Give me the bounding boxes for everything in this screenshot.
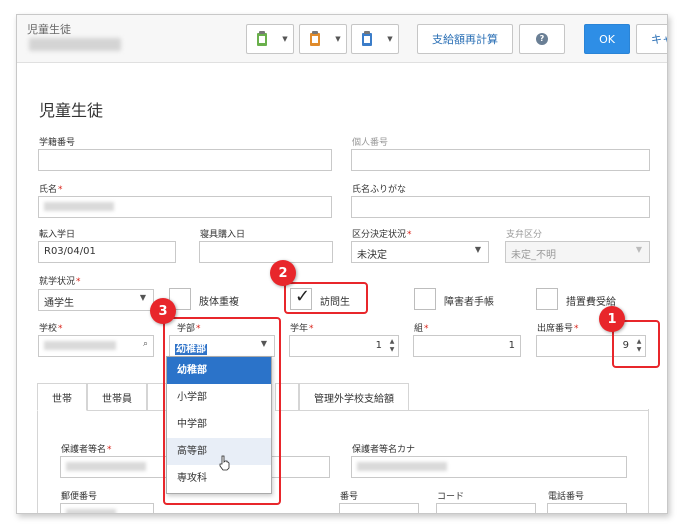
disability-checkbox-label: 障害者手帳 bbox=[444, 297, 494, 308]
tab-household-members[interactable]: 世帯員 bbox=[87, 383, 147, 411]
callout-box-3 bbox=[163, 317, 281, 505]
clipboard-green-button[interactable]: ▼ bbox=[246, 24, 294, 54]
step-badge-1: 1 bbox=[599, 306, 625, 332]
caret-down-icon[interactable]: ▼ bbox=[277, 35, 293, 43]
cancel-button[interactable]: キャ bbox=[636, 24, 667, 54]
measure-checkbox[interactable] bbox=[536, 288, 558, 310]
disability-checkbox[interactable] bbox=[414, 288, 436, 310]
callout-box-2 bbox=[284, 282, 368, 314]
chevron-down-icon: ▼ bbox=[635, 245, 642, 254]
school-search-input[interactable]: ⌕ bbox=[38, 335, 154, 357]
personal-no-label: 個人番号 bbox=[352, 138, 389, 148]
name-kana-input[interactable] bbox=[351, 196, 650, 218]
bedding-date-label: 寝具購入日 bbox=[200, 230, 246, 240]
clipboard-blue-button[interactable]: ▼ bbox=[351, 24, 399, 54]
attendance-no-label: 出席番号* bbox=[537, 324, 579, 334]
clipboard-orange-button[interactable]: ▼ bbox=[299, 24, 347, 54]
step-badge-3: 3 bbox=[150, 298, 176, 324]
postal-label: 郵便番号 bbox=[61, 492, 98, 502]
page-title: 児童生徒 bbox=[39, 101, 104, 120]
phone-input[interactable] bbox=[547, 503, 627, 513]
class-input[interactable]: 1 bbox=[413, 335, 521, 357]
clipboard-orange-icon bbox=[310, 30, 320, 46]
transfer-date-label: 転入学日 bbox=[39, 230, 76, 240]
chevron-down-icon: ▼ bbox=[474, 245, 481, 254]
help-button[interactable]: ? bbox=[519, 24, 565, 54]
clipboard-green-icon bbox=[257, 30, 267, 46]
student-no-label: 学籍番号 bbox=[39, 138, 76, 148]
tab-household[interactable]: 世帯 bbox=[37, 383, 87, 411]
name-label: 氏名* bbox=[39, 185, 63, 195]
attendance-label: 就学状況* bbox=[39, 277, 81, 287]
ok-button[interactable]: OK bbox=[584, 24, 630, 54]
spin-arrows-icon[interactable]: ▲ ▼ bbox=[386, 336, 398, 356]
transfer-date-input[interactable]: R03/04/01 bbox=[38, 241, 176, 263]
limb-checkbox-label: 肢体重複 bbox=[199, 297, 239, 308]
help-icon: ? bbox=[536, 33, 548, 45]
code-input[interactable] bbox=[436, 503, 536, 513]
window-title: 児童生徒 bbox=[27, 23, 71, 36]
grade-label: 学年* bbox=[290, 324, 314, 334]
phone-label: 電話番号 bbox=[548, 492, 585, 502]
window-subtitle-redacted bbox=[29, 38, 121, 51]
search-icon[interactable]: ⌕ bbox=[143, 339, 148, 349]
name-kana-label: 氏名ふりがな bbox=[352, 185, 407, 195]
attendance-select[interactable]: 通学生 ▼ bbox=[38, 289, 154, 311]
postal-input[interactable] bbox=[60, 503, 154, 513]
classification-label: 区分決定状況* bbox=[352, 230, 412, 240]
toolbar: 児童生徒 ▼ ▼ ▼ 支給額再計算 ? OK キャ bbox=[17, 15, 667, 63]
code-label: コード bbox=[437, 492, 465, 502]
school-label: 学校* bbox=[39, 324, 63, 334]
tab-external-school-payment[interactable]: 管理外学校支給額 bbox=[299, 383, 409, 411]
chevron-down-icon: ▼ bbox=[139, 293, 146, 302]
guardian-kana-label: 保護者等名カナ bbox=[352, 445, 416, 455]
payment-class-label: 支弁区分 bbox=[506, 230, 543, 240]
guardian-label: 保護者等名* bbox=[61, 445, 112, 455]
number-label: 番号 bbox=[340, 492, 359, 502]
student-no-input[interactable] bbox=[38, 149, 332, 171]
caret-down-icon[interactable]: ▼ bbox=[382, 35, 398, 43]
grade-stepper[interactable]: 1 ▲ ▼ bbox=[289, 335, 399, 357]
number-input[interactable] bbox=[339, 503, 419, 513]
step-badge-2: 2 bbox=[270, 260, 296, 286]
class-label: 組* bbox=[414, 324, 429, 334]
tab-divider bbox=[409, 410, 649, 411]
payment-class-select: 未定_不明 ▼ bbox=[505, 241, 650, 263]
caret-down-icon[interactable]: ▼ bbox=[330, 35, 346, 43]
name-input[interactable] bbox=[38, 196, 332, 218]
clipboard-blue-icon bbox=[362, 30, 372, 46]
recalculate-button[interactable]: 支給額再計算 bbox=[417, 24, 513, 54]
dialog-window: 児童生徒 ▼ ▼ ▼ 支給額再計算 ? OK キャ 児童生徒 学籍番号 個人番号… bbox=[16, 14, 668, 514]
bedding-date-input[interactable] bbox=[199, 241, 333, 263]
classification-select[interactable]: 未決定 ▼ bbox=[351, 241, 489, 263]
guardian-kana-input[interactable] bbox=[351, 456, 627, 478]
personal-no-input[interactable] bbox=[351, 149, 650, 171]
